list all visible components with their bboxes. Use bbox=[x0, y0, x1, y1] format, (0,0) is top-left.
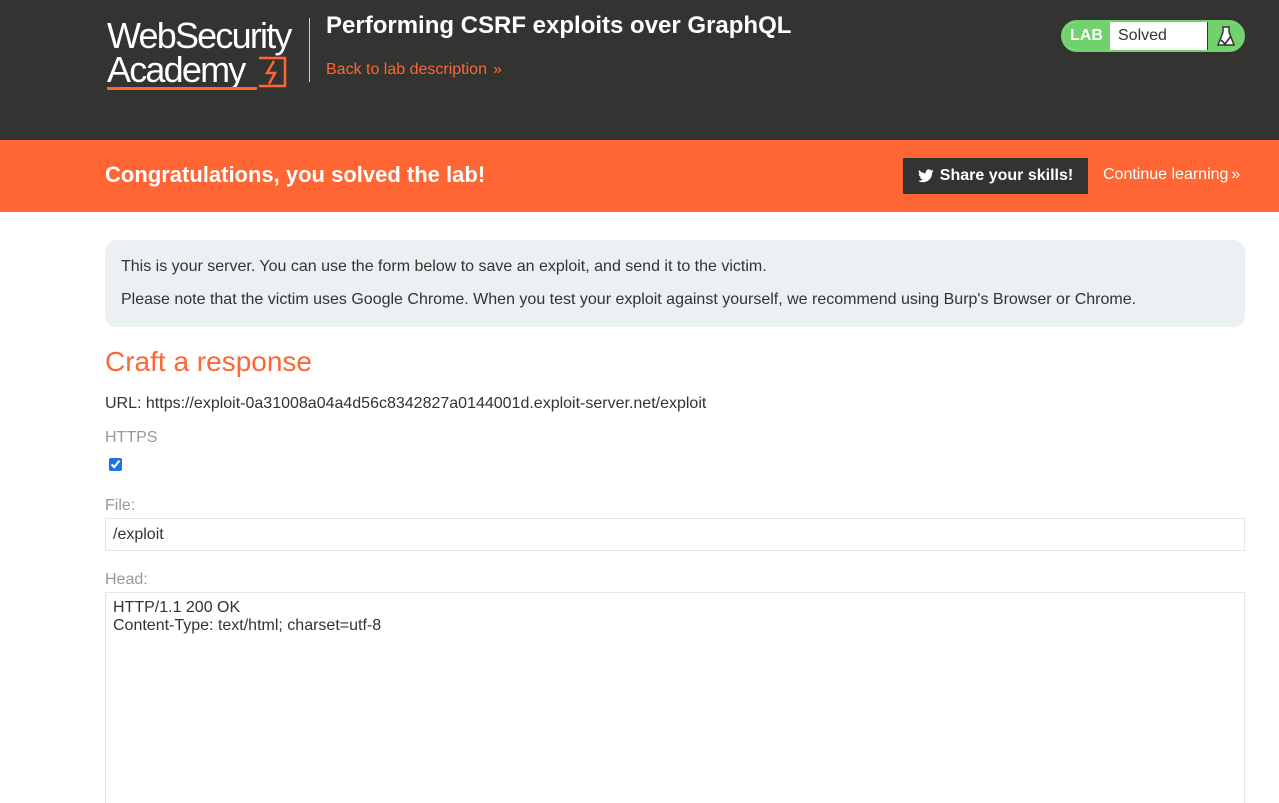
share-button-label: Share your skills! bbox=[939, 167, 1074, 184]
congratulations-banner: Congratulations, you solved the lab! Sha… bbox=[0, 140, 1279, 212]
file-label: File: bbox=[105, 497, 136, 514]
congratulations-message: Congratulations, you solved the lab! bbox=[105, 162, 486, 187]
info-line-1: This is your server. You can use the for… bbox=[121, 258, 767, 275]
lab-status-widget: LAB Solved bbox=[1061, 20, 1245, 52]
lab-title: Performing CSRF exploits over GraphQL bbox=[326, 12, 792, 39]
twitter-icon bbox=[917, 169, 934, 183]
logo-text-line2: Academy bbox=[107, 49, 246, 90]
head-textarea[interactable]: HTTP/1.1 200 OK Content-Type: text/html;… bbox=[105, 592, 1245, 803]
head-label: Head: bbox=[105, 571, 148, 588]
continue-learning-label: Continue learning bbox=[1103, 166, 1229, 183]
double-chevron-right-icon: » bbox=[492, 61, 502, 78]
server-info-box: This is your server. You can use the for… bbox=[105, 240, 1245, 327]
back-to-lab-description-link[interactable]: Back to lab description » bbox=[326, 61, 502, 79]
continue-learning-link[interactable]: Continue learning» bbox=[1103, 166, 1240, 184]
https-label: HTTPS bbox=[105, 429, 158, 446]
header-divider bbox=[309, 18, 310, 82]
https-checkbox[interactable] bbox=[109, 458, 122, 471]
back-link-label: Back to lab description bbox=[326, 61, 487, 78]
lab-status-text: Solved bbox=[1118, 27, 1167, 44]
lab-badge: LAB bbox=[1063, 22, 1110, 50]
file-input[interactable] bbox=[105, 518, 1245, 551]
logo-bolt-icon bbox=[259, 56, 287, 88]
share-your-skills-button[interactable]: Share your skills! bbox=[903, 158, 1088, 194]
web-security-academy-logo[interactable]: WebSecurity Academy bbox=[107, 16, 307, 92]
flask-icon bbox=[1207, 22, 1243, 50]
info-line-2: Please note that the victim uses Google … bbox=[121, 291, 1137, 308]
double-chevron-right-icon: » bbox=[1231, 166, 1241, 183]
craft-response-heading: Craft a response bbox=[105, 346, 312, 377]
logo-underline bbox=[107, 87, 257, 90]
exploit-url: URL: https://exploit-0a31008a04a4d56c834… bbox=[105, 395, 707, 412]
top-header: WebSecurity Academy Performing CSRF expl… bbox=[0, 0, 1279, 140]
